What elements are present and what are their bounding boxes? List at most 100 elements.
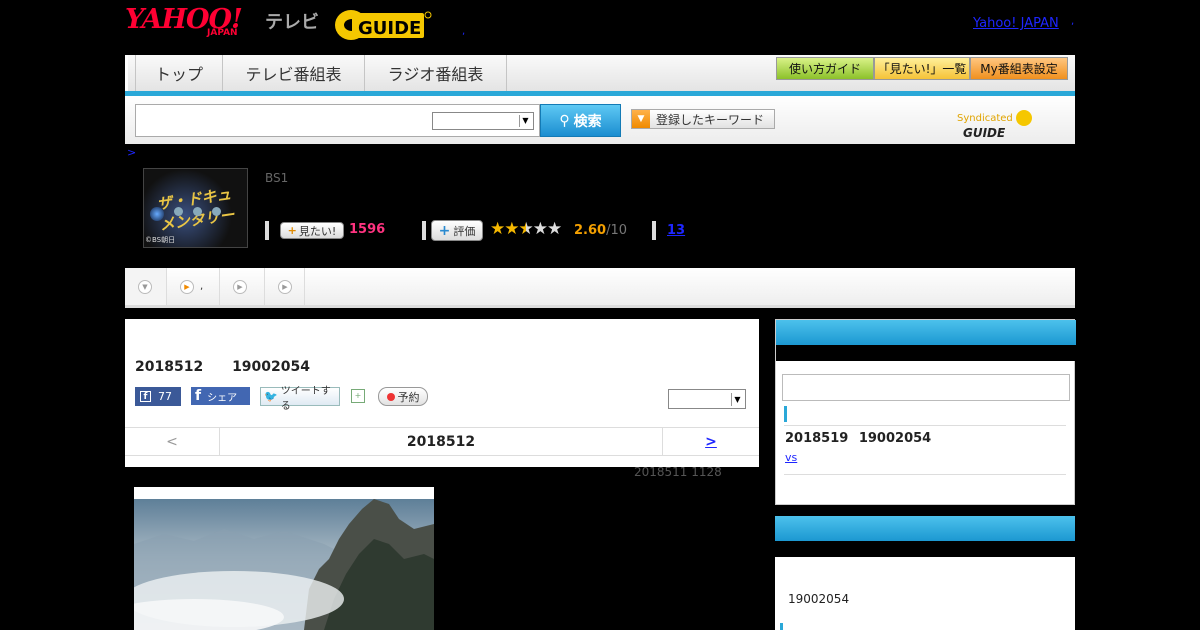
chevron-down-icon: ▼ [731, 393, 743, 406]
rating-score: 2.60/10 [574, 223, 627, 238]
subtab-4[interactable]: ▶ [265, 268, 305, 305]
syndicated-logo-text: GUIDE [963, 126, 1006, 140]
divider [422, 221, 426, 240]
sidebar-next-broadcast: 2018519 19002054 vs [775, 319, 1076, 505]
facebook-like-button[interactable]: f 77 [135, 387, 181, 406]
usage-guide-button[interactable]: 使い方ガイド [776, 57, 874, 80]
next-broadcast-datetime: 2018519 19002054 [785, 431, 932, 446]
pager-current-date: 2018512 [220, 428, 663, 456]
subtab-1[interactable]: ▼ [125, 268, 167, 305]
sidebar-header-bar [776, 320, 1076, 345]
rating-max: /10 [606, 223, 627, 238]
watchlist-button[interactable]: 「見たい!」一覧 [874, 57, 970, 80]
channel-name: BS1 [265, 171, 289, 185]
related-broadcast-time: 19002054 [788, 592, 850, 606]
search-icon: ⚲ [559, 112, 570, 129]
subtab-2[interactable]: ▶, [167, 268, 220, 305]
want-to-watch-button[interactable]: + 見たい! [280, 222, 344, 239]
search-category-select[interactable]: ▼ [432, 112, 534, 130]
thumbnail-caption: ©BS朝日 [145, 236, 176, 244]
reserve-label: 予約 [397, 390, 420, 404]
star-half-icon: ★ [518, 219, 534, 239]
page: YAHOO! JAPAN テレビ GUIDE , Yahoo! JAPAN , … [0, 0, 1200, 630]
sidebar-input[interactable] [782, 374, 1070, 401]
want-to-watch-count: 1596 [349, 222, 386, 237]
yahoo-logo-sub: JAPAN [207, 28, 238, 38]
chevron-down-icon: ▼ [519, 115, 531, 127]
sidebar-header-bar [775, 516, 1075, 541]
play-circle-icon: ▶ [233, 279, 247, 294]
play-circle-icon: ▶ [278, 279, 292, 294]
section-marker [780, 623, 783, 630]
plus-icon: + [287, 224, 297, 237]
pager-prev[interactable]: < [125, 428, 220, 456]
header-dot-left: , [462, 26, 466, 37]
tweet-label: ツイートする [280, 385, 331, 412]
syndicated-gguide-logo[interactable]: Syndicated GUIDE [957, 110, 1075, 140]
facebook-share-button[interactable]: f シェア [191, 387, 250, 405]
facebook-like-count: 77 [158, 390, 172, 403]
star-icon: ★ [504, 219, 519, 239]
rate-label: 評価 [453, 224, 476, 238]
divider [652, 221, 656, 240]
divider [784, 474, 1066, 475]
nav-tab-radio-schedule[interactable]: ラジオ番組表 [365, 55, 507, 91]
want-to-watch-label: 見たい! [298, 224, 337, 238]
star-icon: ★ [490, 219, 505, 239]
reserve-button[interactable]: 予約 [378, 387, 428, 406]
registered-keyword-button[interactable]: ▼ 登録したキーワード [631, 109, 775, 129]
next-broadcast-link[interactable]: vs [785, 451, 797, 464]
pager-next[interactable]: > [663, 428, 759, 456]
nav-tab-tv-schedule[interactable]: テレビ番組表 [223, 55, 365, 91]
breadcrumb[interactable]: > [127, 146, 136, 159]
recorder-select[interactable]: ▼ [668, 389, 746, 409]
comment-count-link[interactable]: 13 [667, 223, 685, 238]
sidebar-related: 19002054 [775, 516, 1075, 630]
dropdown-arrow-icon: ▼ [632, 110, 650, 128]
calendar-add-icon[interactable]: + [351, 389, 365, 403]
tweet-button[interactable]: 🐦 ツイートする [260, 386, 340, 412]
rating-stars: ★★★★★ [490, 219, 562, 239]
program-subtabs: ▼ ▶, ▶ ▶ [125, 268, 1075, 308]
twitter-bird-icon: 🐦 [264, 390, 278, 403]
mountain-image [134, 499, 434, 630]
record-dot-icon [386, 392, 395, 401]
broadcast-panel: 2018512 19002054 f 77 f シェア 🐦 ツイートする + 予… [125, 319, 759, 467]
section-marker [784, 406, 787, 422]
facebook-icon: f [140, 391, 151, 402]
my-schedule-settings-button[interactable]: My番組表設定 [970, 57, 1068, 80]
sidebar-header-label [775, 541, 1075, 557]
header-dot-right: , [1071, 16, 1075, 27]
gguide-mark-icon [1015, 110, 1032, 126]
share-label: シェア [207, 392, 238, 404]
svg-text:GUIDE: GUIDE [358, 18, 421, 39]
syndicated-label: Syndicated [957, 113, 1013, 124]
nav-tab-top[interactable]: トップ [135, 55, 223, 91]
site-header: YAHOO! JAPAN テレビ GUIDE , Yahoo! JAPAN , [125, 0, 1075, 50]
registered-keyword-label: 登録したキーワード [656, 112, 765, 127]
plus-icon: + [438, 222, 451, 239]
star-empty-icon: ★ [547, 219, 562, 239]
divider [265, 221, 269, 240]
facebook-icon: f [195, 388, 202, 404]
star-empty-icon: ★ [532, 219, 548, 239]
search-button-label: 検索 [573, 113, 602, 130]
updated-timestamp: 2018511 1128 [634, 465, 722, 479]
program-photo [134, 487, 434, 630]
program-thumbnail: ザ・ドキュメンタリー ©BS朝日 [143, 168, 248, 248]
broadcast-datetime: 2018512 19002054 [135, 359, 310, 375]
play-circle-icon: ▶ [180, 279, 194, 294]
search-bar: ▼ ⚲ 検索 ▼ 登録したキーワード Syndicated GUIDE [125, 96, 1075, 144]
thumbnail-orbs [150, 207, 221, 221]
yahoo-japan-link[interactable]: Yahoo! JAPAN [973, 16, 1059, 31]
service-name[interactable]: テレビ [265, 8, 319, 34]
subtab-3[interactable]: ▶ [220, 268, 265, 305]
date-pager: < 2018512 > [125, 427, 759, 456]
chevron-down-circle-icon: ▼ [138, 279, 152, 294]
divider [784, 425, 1066, 426]
sidebar-header-label [776, 345, 1076, 361]
gguide-logo[interactable]: GUIDE [334, 6, 434, 42]
rate-button[interactable]: + 評価 [431, 220, 483, 241]
rating-value: 2.60 [574, 223, 607, 238]
search-button[interactable]: ⚲ 検索 [540, 104, 621, 137]
